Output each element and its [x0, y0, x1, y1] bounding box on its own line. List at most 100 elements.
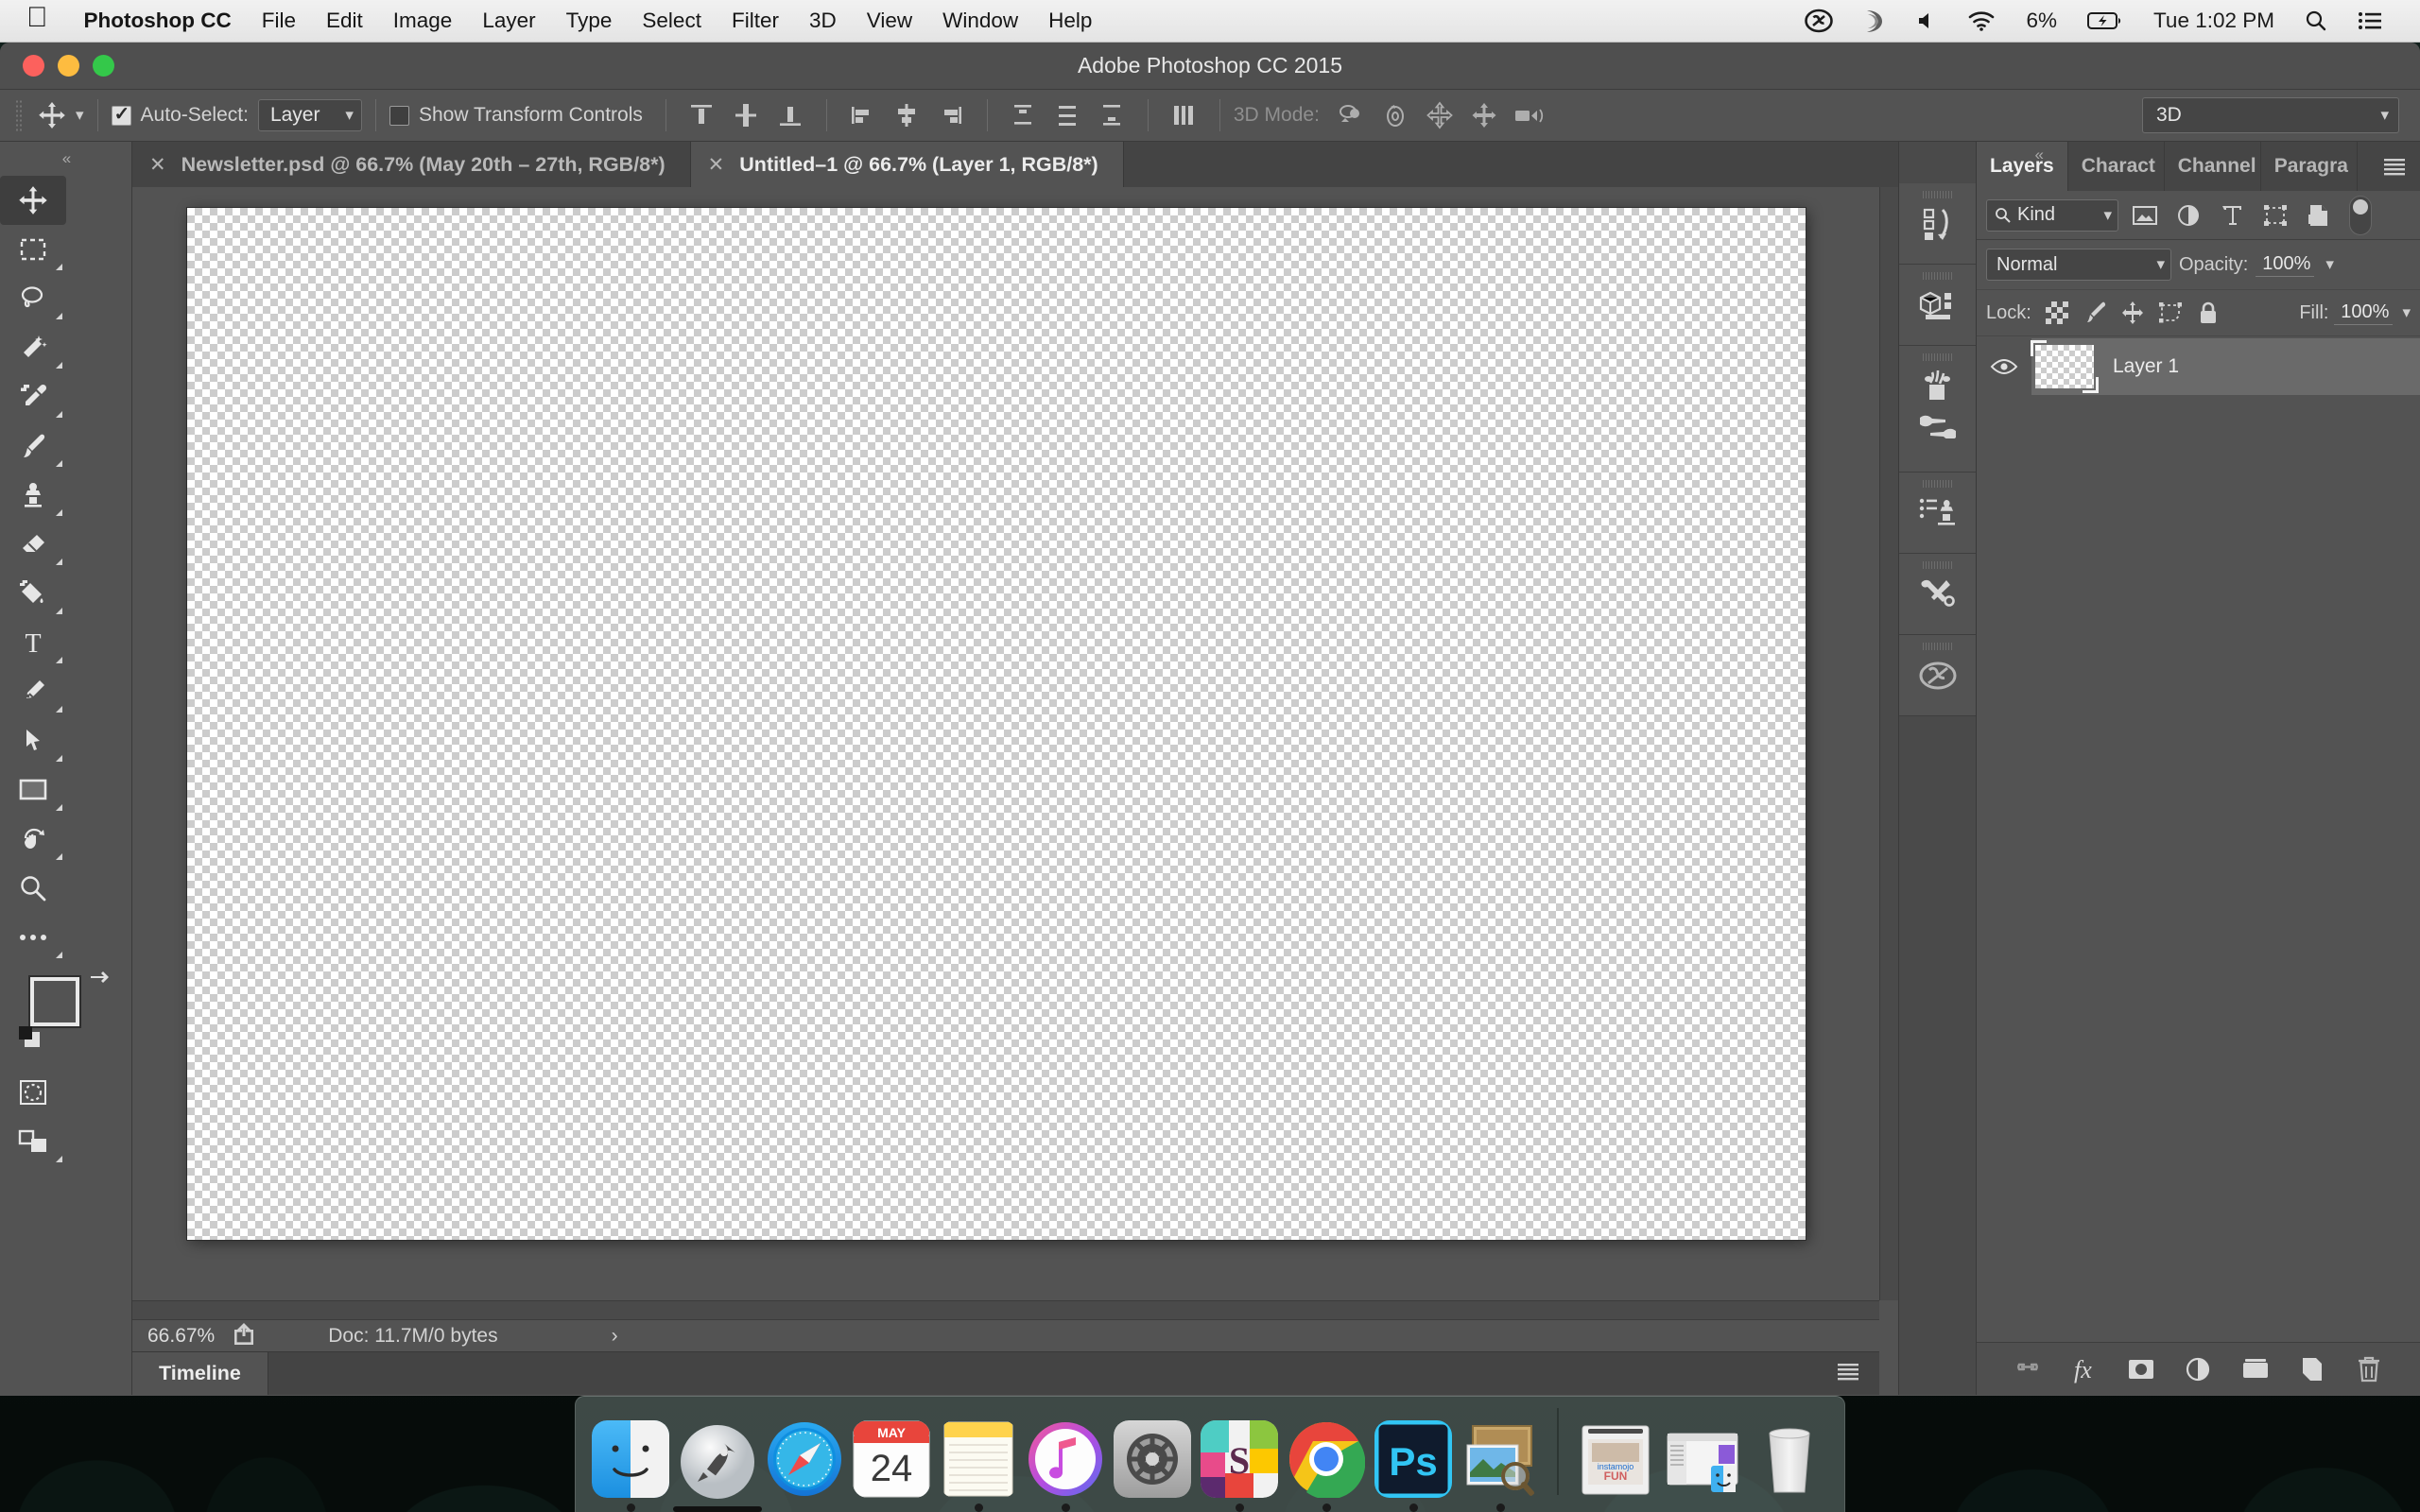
distribute-bottom-edges-icon[interactable]	[1090, 96, 1134, 134]
menu-view[interactable]: View	[852, 9, 927, 33]
tool-brush[interactable]	[0, 421, 66, 471]
dock-item-launchpad[interactable]	[673, 1423, 762, 1512]
search-icon[interactable]	[2290, 9, 2342, 32]
dock-item-chrome[interactable]	[1283, 1420, 1370, 1512]
menu-help[interactable]: Help	[1033, 9, 1107, 33]
pixel-layer-filter-icon[interactable]	[2128, 204, 2162, 227]
layer-row-body[interactable]: Layer 1	[2031, 338, 2420, 395]
align-bottom-edges-icon[interactable]	[769, 96, 813, 134]
layer-name[interactable]: Layer 1	[2113, 355, 2179, 378]
options-bar-grip[interactable]	[15, 99, 23, 131]
auto-select-checkbox[interactable]	[111, 102, 131, 126]
lock-artboard-icon[interactable]	[2154, 301, 2187, 324]
tool-eraser[interactable]	[0, 520, 66, 569]
workspace-dropdown[interactable]: 3D ▾	[2142, 97, 2399, 133]
smart-object-filter-icon[interactable]	[2302, 203, 2336, 228]
layer-row[interactable]: Layer 1	[1977, 338, 2420, 395]
layers-list[interactable]: Layer 1	[1977, 336, 2420, 1342]
3d-panel-icon[interactable]	[1899, 265, 1977, 346]
tool-pen[interactable]	[0, 667, 66, 716]
creative-cloud-libraries-icon[interactable]	[1899, 635, 1977, 716]
layer-thumbnail[interactable]	[2031, 340, 2099, 393]
distribute-vertical-centers-icon[interactable]	[1046, 96, 1090, 134]
panel-menu-icon[interactable]	[1836, 1362, 1879, 1385]
dock-minimized-instamojo-window[interactable]: instamojo FUN	[1572, 1420, 1659, 1512]
lock-image-pixels-icon[interactable]	[2079, 301, 2111, 325]
show-transform-controls-checkbox[interactable]	[389, 105, 409, 126]
canvas-scroll-area[interactable]	[132, 187, 1898, 1300]
roll-3d-icon[interactable]	[1374, 96, 1418, 134]
collapse-panels-icon[interactable]: «	[2035, 146, 2045, 164]
lock-all-icon[interactable]	[2192, 301, 2224, 325]
tool-rectangle[interactable]	[0, 765, 66, 815]
vertical-scrollbar[interactable]	[1879, 187, 1898, 1300]
spiral-sync-icon[interactable]	[1848, 9, 1901, 34]
orbit-3d-icon[interactable]	[1329, 96, 1374, 134]
tool-gradient[interactable]	[0, 569, 66, 618]
share-icon[interactable]	[232, 1322, 256, 1349]
dock-item-sketch[interactable]: S	[1196, 1420, 1283, 1512]
close-icon[interactable]: ✕	[708, 153, 725, 177]
wifi-icon[interactable]	[1952, 10, 2011, 31]
menu-filter[interactable]: Filter	[717, 9, 794, 33]
distribute-top-edges-icon[interactable]	[1001, 96, 1046, 134]
dock-item-safari[interactable]	[761, 1420, 848, 1512]
tool-preset-chevron-down-icon[interactable]: ▾	[76, 106, 84, 125]
tab-channels[interactable]: Channel	[2164, 142, 2261, 191]
fill-chevron-down-icon[interactable]: ▾	[2402, 303, 2411, 322]
canvas[interactable]	[187, 208, 1806, 1240]
dock-minimized-finder-window[interactable]	[1659, 1420, 1746, 1512]
menu-type[interactable]: Type	[551, 9, 628, 33]
link-layers-button[interactable]	[2007, 1359, 2048, 1380]
align-vertical-centers-icon[interactable]	[724, 96, 769, 134]
quick-mask-icon[interactable]	[0, 1068, 66, 1117]
close-icon[interactable]: ✕	[149, 153, 166, 177]
shape-layer-filter-icon[interactable]	[2258, 204, 2292, 227]
tool-clone-stamp[interactable]	[0, 471, 66, 520]
zoom-level-field[interactable]: 66.67%	[132, 1325, 232, 1348]
history-panel-icon[interactable]	[1899, 183, 1977, 265]
creative-cloud-icon[interactable]	[1789, 9, 1848, 33]
document-tab-newsletter[interactable]: ✕ Newsletter.psd @ 66.7% (May 20th – 27t…	[132, 142, 691, 187]
new-layer-button[interactable]	[2291, 1356, 2333, 1383]
lock-position-icon[interactable]	[2117, 301, 2149, 325]
screen-mode-icon[interactable]	[0, 1117, 66, 1166]
menu-window[interactable]: Window	[927, 9, 1033, 33]
opacity-value-field[interactable]: 100%	[2256, 253, 2315, 277]
delete-layer-button[interactable]	[2348, 1355, 2390, 1383]
clone-source-panel-icon[interactable]	[1899, 472, 1977, 554]
move-tool-icon[interactable]	[32, 97, 72, 133]
filter-enable-toggle[interactable]	[2349, 195, 2372, 235]
menu-app-name[interactable]: Photoshop CC	[69, 9, 247, 33]
dock-item-system-preferences[interactable]	[1109, 1420, 1196, 1512]
menu-3d[interactable]: 3D	[794, 9, 852, 33]
dock-item-photoshop[interactable]: Ps	[1370, 1420, 1457, 1512]
tool-path-selection[interactable]	[0, 716, 66, 765]
menu-file[interactable]: File	[247, 9, 311, 33]
tab-character[interactable]: Charact	[2067, 142, 2165, 191]
collapse-panel-icon[interactable]: «	[0, 146, 131, 176]
slide-3d-icon[interactable]	[1462, 96, 1507, 134]
eye-icon[interactable]	[1977, 357, 2031, 376]
menu-select[interactable]: Select	[627, 9, 717, 33]
menu-image[interactable]: Image	[378, 9, 468, 33]
dock-item-notes[interactable]	[935, 1420, 1022, 1512]
tool-rectangular-marquee[interactable]	[0, 225, 66, 274]
tab-paragraph[interactable]: Paragra	[2260, 142, 2358, 191]
panel-menu-icon[interactable]	[2369, 142, 2420, 191]
battery-charging-icon[interactable]	[2072, 10, 2138, 31]
pan-3d-icon[interactable]	[1418, 96, 1462, 134]
menu-edit[interactable]: Edit	[311, 9, 378, 33]
dock-item-preview[interactable]	[1457, 1420, 1544, 1512]
document-tab-untitled-1[interactable]: ✕ Untitled–1 @ 66.7% (Layer 1, RGB/8*)	[690, 142, 1124, 187]
tool-move[interactable]	[0, 176, 66, 225]
camera-3d-icon[interactable]	[1507, 96, 1551, 134]
layer-filter-kind-dropdown[interactable]: Kind ▾	[1986, 198, 2118, 232]
layer-mask-button[interactable]	[2120, 1357, 2162, 1382]
align-horizontal-centers-icon[interactable]	[885, 96, 929, 134]
menu-bar-clock[interactable]: Tue 1:02 PM	[2138, 9, 2290, 33]
tool-magic-wand[interactable]	[0, 323, 66, 372]
menu-layer[interactable]: Layer	[467, 9, 550, 33]
new-group-button[interactable]	[2235, 1357, 2276, 1382]
tool-presets-panel-icon[interactable]	[1899, 554, 1977, 635]
